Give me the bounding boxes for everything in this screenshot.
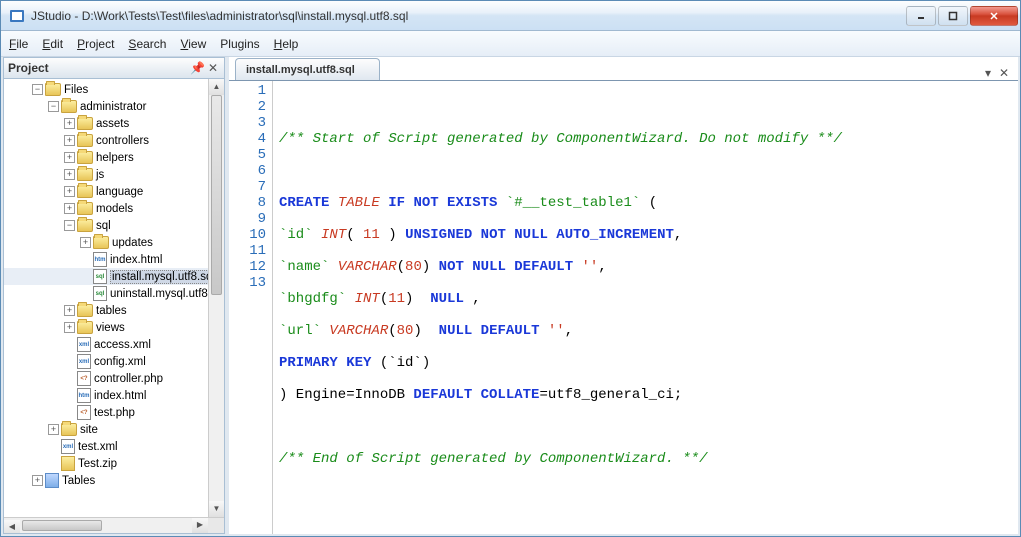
folder-icon — [61, 423, 77, 436]
app-window: JStudio - D:\Work\Tests\Test\files\admin… — [0, 0, 1021, 537]
tables-icon — [45, 473, 59, 488]
sidebar-title: Project — [8, 61, 188, 75]
php-file-icon — [77, 371, 91, 386]
tab-bar: install.mysql.utf8.sql ▾ ✕ — [229, 57, 1018, 81]
sql-file-icon — [93, 286, 107, 301]
tree-node-helpers[interactable]: +helpers — [4, 149, 208, 166]
tree-file-install-sql[interactable]: install.mysql.utf8.sql — [4, 268, 208, 285]
menu-plugins[interactable]: Plugins — [220, 37, 259, 51]
work-area: Project 📌 ✕ −Files −administrator +asset… — [1, 57, 1020, 536]
php-file-icon — [77, 405, 91, 420]
tree-file-index-html-2[interactable]: index.html — [4, 387, 208, 404]
tree-node-models[interactable]: +models — [4, 200, 208, 217]
tree-node-files[interactable]: −Files — [4, 81, 208, 98]
tree-node-views[interactable]: +views — [4, 319, 208, 336]
html-file-icon — [77, 388, 91, 403]
tree-file-test-xml[interactable]: test.xml — [4, 438, 208, 455]
folder-icon — [77, 134, 93, 147]
close-pane-icon[interactable]: ✕ — [206, 61, 220, 75]
html-file-icon — [93, 252, 107, 267]
code-text[interactable]: /** Start of Script generated by Compone… — [273, 81, 1018, 534]
tree-file-config-xml[interactable]: config.xml — [4, 353, 208, 370]
tree-node-updates[interactable]: +updates — [4, 234, 208, 251]
folder-icon — [77, 117, 93, 130]
folder-icon — [77, 202, 93, 215]
project-sidebar: Project 📌 ✕ −Files −administrator +asset… — [3, 57, 229, 534]
folder-icon — [77, 151, 93, 164]
xml-file-icon — [77, 337, 91, 352]
window-title: JStudio - D:\Work\Tests\Test\files\admin… — [31, 9, 906, 23]
menu-bar: File Edit Project Search View Plugins He… — [1, 31, 1020, 57]
tree-node-language[interactable]: +language — [4, 183, 208, 200]
tree-file-access-xml[interactable]: access.xml — [4, 336, 208, 353]
folder-icon — [61, 100, 77, 113]
code-editor[interactable]: 12345678910111213 /** Start of Script ge… — [229, 81, 1018, 534]
folder-icon — [77, 219, 93, 232]
tree-file-controller-php[interactable]: controller.php — [4, 370, 208, 387]
title-bar[interactable]: JStudio - D:\Work\Tests\Test\files\admin… — [1, 1, 1020, 31]
maximize-button[interactable] — [938, 6, 968, 26]
pin-icon[interactable]: 📌 — [190, 61, 204, 75]
tree-file-test-zip[interactable]: Test.zip — [4, 455, 208, 472]
menu-file[interactable]: File — [9, 37, 28, 51]
editor-pane: install.mysql.utf8.sql ▾ ✕ 1234567891011… — [229, 57, 1018, 534]
tree-node-tables-root[interactable]: +Tables — [4, 472, 208, 489]
zip-file-icon — [61, 456, 75, 471]
tree-horizontal-scrollbar[interactable]: ◀▶ — [4, 517, 224, 533]
tree-file-test-php[interactable]: test.php — [4, 404, 208, 421]
menu-edit[interactable]: Edit — [42, 37, 63, 51]
tree-node-controllers[interactable]: +controllers — [4, 132, 208, 149]
folder-icon — [77, 304, 93, 317]
sql-file-icon — [93, 269, 107, 284]
folder-icon — [77, 168, 93, 181]
tree-node-site[interactable]: +site — [4, 421, 208, 438]
tree-file-uninstall-sql[interactable]: uninstall.mysql.utf8.sql — [4, 285, 208, 302]
folder-icon — [45, 83, 61, 96]
tree-node-sql[interactable]: −sql — [4, 217, 208, 234]
folder-icon — [77, 185, 93, 198]
tree-node-js[interactable]: +js — [4, 166, 208, 183]
project-tree: −Files −administrator +assets +controlle… — [3, 79, 225, 534]
tab-install-sql[interactable]: install.mysql.utf8.sql — [235, 58, 380, 80]
tab-menu-icon[interactable]: ▾ — [980, 66, 996, 80]
menu-project[interactable]: Project — [77, 37, 114, 51]
sidebar-header: Project 📌 ✕ — [3, 57, 225, 79]
folder-icon — [77, 321, 93, 334]
window-buttons — [906, 6, 1018, 26]
menu-help[interactable]: Help — [274, 37, 299, 51]
tab-close-icon[interactable]: ✕ — [996, 66, 1012, 80]
line-gutter: 12345678910111213 — [229, 81, 273, 534]
xml-file-icon — [61, 439, 75, 454]
menu-search[interactable]: Search — [128, 37, 166, 51]
close-button[interactable] — [970, 6, 1018, 26]
tree-node-assets[interactable]: +assets — [4, 115, 208, 132]
xml-file-icon — [77, 354, 91, 369]
tree-file-index-html[interactable]: index.html — [4, 251, 208, 268]
tree-node-tables[interactable]: +tables — [4, 302, 208, 319]
minimize-button[interactable] — [906, 6, 936, 26]
app-icon — [9, 8, 25, 24]
tree-vertical-scrollbar[interactable]: ▲▼ — [208, 79, 224, 517]
menu-view[interactable]: View — [180, 37, 206, 51]
tree-node-administrator[interactable]: −administrator — [4, 98, 208, 115]
folder-icon — [93, 236, 109, 249]
